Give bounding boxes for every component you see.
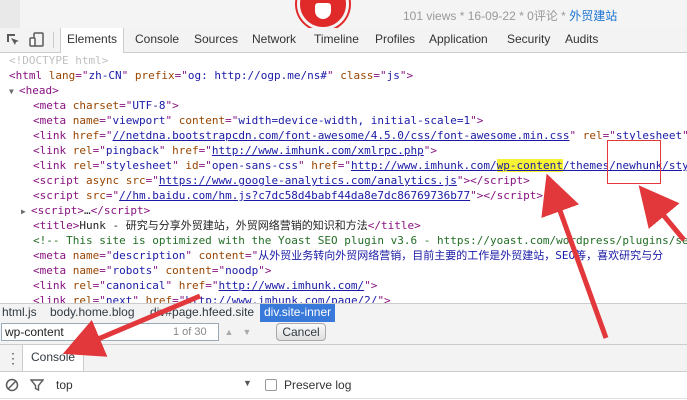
tree-row-head[interactable]: ▼ <head> <box>9 83 59 98</box>
drawer-menu-icon[interactable]: ⋮ <box>6 350 20 367</box>
tab-application[interactable]: Application <box>429 28 488 52</box>
stylesheet-link[interactable]: //netdna.bootstrapcdn.com/font-awesome/4… <box>113 129 570 142</box>
title-text: Hunk - 研究与分享外贸建站，外贸网络营销的知识和方法 <box>79 219 368 232</box>
elements-tree[interactable]: <!DOCTYPE html> <html lang="zh-CN" prefi… <box>0 53 687 303</box>
expand-triangle-icon[interactable]: ▶ <box>21 204 31 219</box>
context-dropdown-icon[interactable]: ▼ <box>243 378 252 388</box>
collapse-triangle-icon[interactable]: ▼ <box>9 84 19 99</box>
tag-name: head <box>25 84 53 97</box>
tree-row-script-ga[interactable]: <script async src="https://www.google-an… <box>33 173 530 188</box>
pingback-link[interactable]: http://www.imhunk.com/xmlrpc.php <box>212 144 424 157</box>
drawer-tabbar: ⋮ Console <box>0 345 687 372</box>
tree-row-script-baidu[interactable]: <script src="//hm.baidu.com/hm.js?c7dc58… <box>33 188 543 203</box>
preserve-log-checkbox[interactable] <box>265 379 277 391</box>
tree-row-title[interactable]: <title>Hunk - 研究与分享外贸建站，外贸网络营销的知识和方法</ti… <box>33 218 421 233</box>
post-views: 101 views <box>403 9 457 23</box>
tree-row-link-next[interactable]: <link rel="next" href="http://www.imhunk… <box>33 293 391 303</box>
tag-name: html <box>15 69 43 82</box>
tree-row-link-opensans[interactable]: <link rel="stylesheet" id="open-sans-css… <box>33 158 687 173</box>
tab-profiles[interactable]: Profiles <box>375 28 415 52</box>
devtools-tabbar: Elements Console Sources Network Timelin… <box>0 28 687 53</box>
search-prev-icon[interactable]: ▲ <box>221 322 237 342</box>
crumb-html[interactable]: html.js <box>2 304 37 322</box>
search-match-count: 1 of 30 <box>173 326 207 338</box>
tree-row-meta-viewport[interactable]: <meta name="viewport" content="width=dev… <box>33 113 483 128</box>
inspect-icon[interactable] <box>5 32 21 48</box>
yoast-comment: <!-- This site is optimized with the Yoa… <box>33 234 687 247</box>
canonical-link[interactable]: http://www.imhunk.com/ <box>218 279 364 292</box>
tree-row-comment[interactable]: <!-- This site is optimized with the Yoa… <box>33 233 687 248</box>
post-comments[interactable]: 0评论 <box>527 9 558 23</box>
drawer-tab-console[interactable]: Console <box>22 345 85 371</box>
cancel-button[interactable]: Cancel <box>276 323 326 341</box>
tree-row-script-collapsed[interactable]: ▶ <script>…</script> <box>21 203 150 218</box>
crumb-div-site-inner[interactable]: div.site-inner <box>260 304 336 322</box>
tab-security[interactable]: Security <box>507 28 550 52</box>
doctype-text: <!DOCTYPE html> <box>9 54 109 67</box>
attr-value: js <box>386 69 400 82</box>
meta-sep: * <box>561 9 570 23</box>
tree-row-link-canonical[interactable]: <link rel="canonical" href="http://www.i… <box>33 278 377 293</box>
tree-row-meta-charset[interactable]: <meta charset="UTF-8"> <box>33 98 179 113</box>
next-link[interactable]: http://www.imhunk.com/page/2/ <box>185 294 377 303</box>
tab-sources[interactable]: Sources <box>194 28 238 52</box>
tab-audits[interactable]: Audits <box>565 28 598 52</box>
crumb-body[interactable]: body.home.blog <box>50 304 135 322</box>
attr-value: zh-CN <box>88 69 122 82</box>
post-meta: 101 views * 16-09-22 * 0评论 * 外贸建站 <box>403 7 617 24</box>
attr-name: prefix <box>134 69 175 82</box>
tab-network[interactable]: Network <box>252 28 296 52</box>
page-header-strip: 101 views * 16-09-22 * 0评论 * 外贸建站 <box>0 0 687 28</box>
tree-row-meta-description[interactable]: <meta name="description" content="从外贸业务转… <box>33 248 663 263</box>
tree-row-link-fontawesome[interactable]: <link href="//netdna.bootstrapcdn.com/fo… <box>33 128 687 143</box>
toolbar-divider <box>53 32 54 48</box>
tree-row-html[interactable]: <html lang="zh-CN" prefix="og: http://og… <box>9 68 413 83</box>
annotation-highlight-box <box>607 140 661 184</box>
search-match-highlight: wp-content <box>496 159 563 172</box>
crumb-div-page[interactable]: div#page.hfeed.site <box>150 304 254 322</box>
search-next-icon[interactable]: ▼ <box>239 322 255 342</box>
meta-sep: * <box>459 9 468 23</box>
tree-row-meta-robots[interactable]: <meta name="robots" content="noodp"> <box>33 263 271 278</box>
device-mode-icon[interactable] <box>29 32 45 48</box>
tab-elements[interactable]: Elements <box>60 28 125 53</box>
post-date: 16-09-22 <box>467 9 516 23</box>
context-selector[interactable]: top <box>56 378 73 392</box>
preserve-log-label: Preserve log <box>284 378 352 392</box>
tab-console[interactable]: Console <box>135 28 179 52</box>
filter-icon[interactable] <box>30 378 44 392</box>
page-left-edge <box>0 0 20 28</box>
tree-row-doctype[interactable]: <!DOCTYPE html> <box>9 53 108 68</box>
find-bar: 1 of 30 ▲ ▼ Cancel <box>0 322 687 345</box>
console-toolbar: top ▼ Preserve log <box>0 372 687 399</box>
analytics-link[interactable]: https://www.google-analytics.com/analyti… <box>159 174 457 187</box>
meta-sep: * <box>519 9 528 23</box>
tab-timeline[interactable]: Timeline <box>314 28 359 52</box>
attr-value: og: http://ogp.me/ns# <box>187 69 327 82</box>
attr-name: lang <box>48 69 76 82</box>
tree-row-link-pingback[interactable]: <link rel="pingback" href="http://www.im… <box>33 143 437 158</box>
baidu-link[interactable]: //hm.baidu.com/hm.js?c7dc58d4babf44da8e7… <box>119 189 470 202</box>
breadcrumb: html.js body.home.blog div#page.hfeed.si… <box>0 303 687 323</box>
clear-console-icon[interactable] <box>5 378 19 392</box>
post-category[interactable]: 外贸建站 <box>569 9 617 23</box>
site-logo <box>297 0 349 28</box>
attr-name: class <box>340 69 374 82</box>
